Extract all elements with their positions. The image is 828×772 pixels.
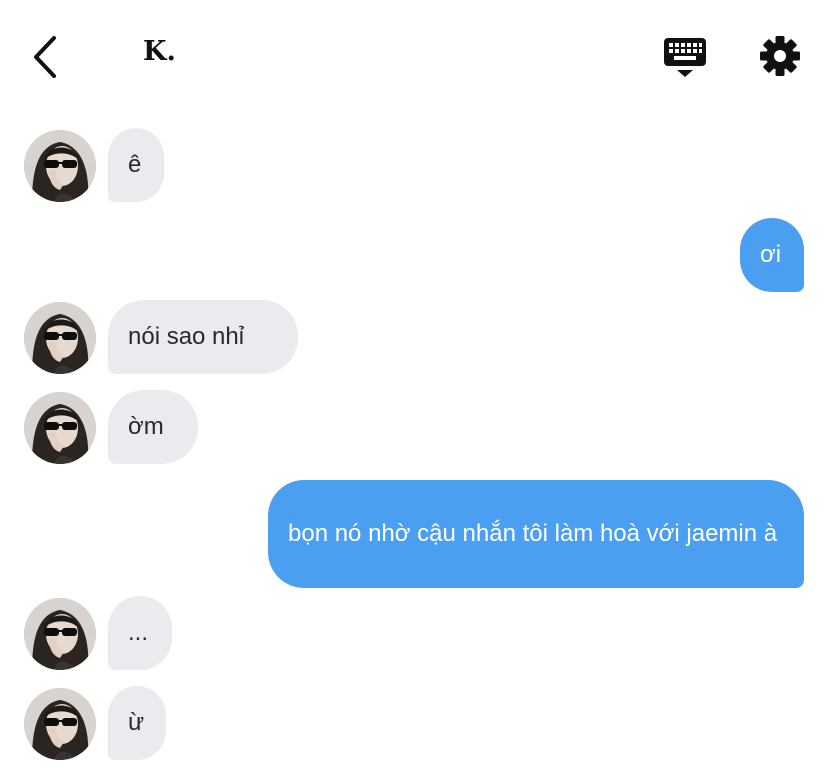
message-row: bọn nó nhờ cậu nhắn tôi làm hoà với jaem… [0, 480, 828, 588]
message-row: ờm [0, 390, 828, 464]
message-row: ơi [0, 218, 828, 292]
message-row: nói sao nhỉ [0, 300, 828, 374]
chat-header: K. [0, 0, 828, 110]
settings-button[interactable] [758, 34, 802, 78]
message-row: ... [0, 596, 828, 670]
message-bubble-incoming[interactable]: ê [108, 128, 164, 202]
message-text: bọn nó nhờ cậu nhắn tôi làm hoà với jaem… [288, 520, 778, 547]
message-bubble-incoming[interactable]: ... [108, 596, 172, 670]
message-bubble-incoming[interactable]: ờm [108, 390, 198, 464]
keyboard-button[interactable] [662, 36, 708, 78]
avatar[interactable] [24, 302, 96, 374]
message-text: ê [128, 151, 142, 178]
back-button[interactable] [28, 34, 62, 80]
contact-name: K. [143, 36, 176, 67]
message-bubble-incoming[interactable]: nói sao nhỉ [108, 300, 298, 374]
message-text: nói sao nhỉ [128, 323, 245, 350]
avatar[interactable] [24, 392, 96, 464]
message-bubble-outgoing[interactable]: bọn nó nhờ cậu nhắn tôi làm hoà với jaem… [268, 480, 804, 588]
avatar[interactable] [24, 688, 96, 760]
message-text: ... [128, 619, 149, 646]
keyboard-icon [664, 38, 706, 77]
gear-icon [760, 36, 800, 76]
chevron-left-icon [34, 36, 56, 78]
message-bubble-incoming[interactable]: ừ [108, 686, 166, 760]
avatar[interactable] [24, 130, 96, 202]
message-text: ơi [760, 241, 782, 268]
avatar[interactable] [24, 598, 96, 670]
message-bubble-outgoing[interactable]: ơi [740, 218, 804, 292]
message-text: ừ [128, 709, 145, 736]
message-text: ờm [128, 413, 164, 440]
message-row: ừ [0, 686, 828, 760]
message-row: ê [0, 128, 828, 202]
